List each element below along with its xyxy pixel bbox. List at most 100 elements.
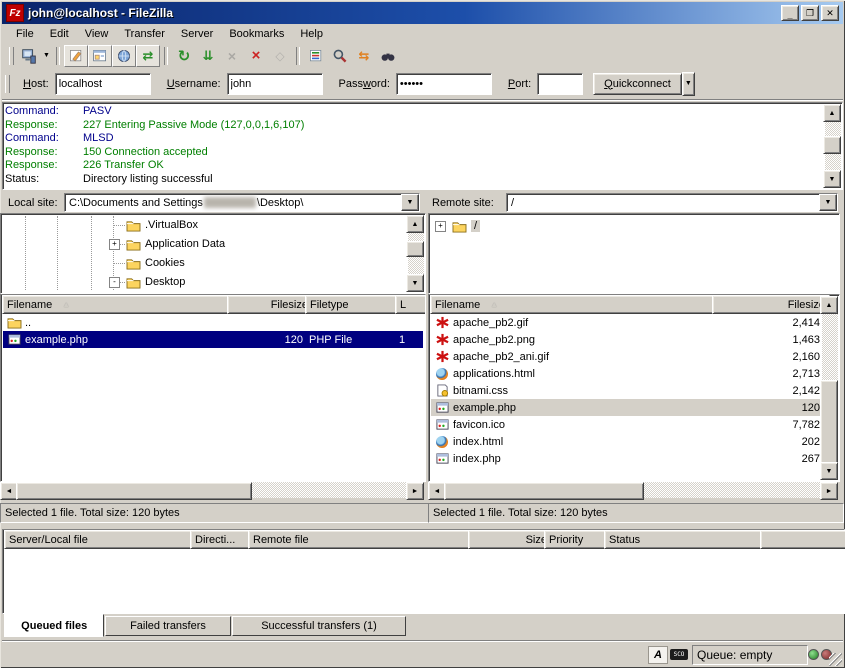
directory-comparison-button[interactable]	[328, 45, 352, 67]
host-input[interactable]	[55, 73, 151, 95]
queue-column-priority[interactable]: Priority	[544, 530, 612, 549]
site-manager-button[interactable]	[17, 45, 41, 67]
toggle-message-log-button[interactable]	[64, 45, 88, 67]
quickconnect-button[interactable]: Quickconnect	[593, 73, 682, 95]
toggle-remote-tree-button[interactable]	[112, 45, 136, 67]
message-log: Command:PASVResponse:227 Entering Passiv…	[2, 102, 843, 190]
pane-splitter[interactable]	[424, 192, 428, 521]
chevron-down-icon[interactable]: ▼	[819, 194, 837, 211]
abort-button[interactable]: ◇	[268, 45, 292, 67]
file-row[interactable]: index.php267	[431, 450, 821, 467]
scroll-down-button[interactable]: ▼	[820, 462, 838, 480]
tree-item[interactable]: Cookies	[125, 255, 185, 271]
chevron-down-icon[interactable]: ▼	[401, 194, 419, 211]
file-row[interactable]: apache_pb2_ani.gif2,160	[431, 348, 821, 365]
synchronized-browsing-button[interactable]: ⇆	[352, 45, 376, 67]
maximize-button[interactable]: ❐	[801, 5, 819, 21]
refresh-button[interactable]: ↻	[172, 45, 196, 67]
toggle-transfer-queue-button[interactable]: ⇄	[136, 45, 160, 67]
log-scrollbar[interactable]: ▲ ▼	[825, 104, 841, 188]
tree-item[interactable]: Desktop	[125, 274, 185, 290]
file-row[interactable]: example.php120PHP File1	[3, 331, 423, 348]
scroll-up-button[interactable]: ▲	[820, 296, 838, 314]
username-input[interactable]	[227, 73, 323, 95]
tab-queued-files[interactable]: Queued files	[4, 614, 104, 637]
menu-file[interactable]: File	[8, 26, 42, 42]
tree-expander[interactable]: -	[109, 277, 120, 288]
scroll-up-button[interactable]: ▲	[823, 104, 841, 122]
queue-column-directi[interactable]: Directi...	[190, 530, 256, 549]
site-manager-dropdown[interactable]: ▼	[41, 45, 52, 67]
close-button[interactable]: ✕	[821, 5, 839, 21]
file-row[interactable]: bitnami.css2,142	[431, 382, 821, 399]
queue-column-serverlocalfile[interactable]: Server/Local file	[4, 530, 198, 549]
minimize-button[interactable]: _	[781, 5, 799, 21]
tree-expander[interactable]: +	[109, 239, 120, 250]
scroll-up-button[interactable]: ▲	[406, 215, 424, 233]
file-row[interactable]: apache_pb2.gif2,414	[431, 314, 821, 331]
synchronized-browsing-icon: ⇆	[359, 48, 370, 64]
local-site-combo[interactable]: C:\Documents and Settings\Desktop\ ▼	[64, 193, 420, 212]
column-label: L	[400, 299, 406, 311]
file-row[interactable]: example.php120	[431, 399, 821, 416]
queue-column-size[interactable]: Size	[468, 530, 552, 549]
disconnect-button[interactable]: ×	[244, 45, 268, 67]
log-line: Response:226 Transfer OK	[5, 159, 824, 173]
tree-item[interactable]: .VirtualBox	[125, 217, 198, 233]
tab-successful-transfers-[interactable]: Successful transfers (1)	[232, 616, 407, 636]
file-row[interactable]: favicon.ico7,782	[431, 416, 821, 433]
menu-bookmarks[interactable]: Bookmarks	[221, 26, 292, 42]
tree-guide-line	[91, 216, 92, 290]
column-header-filename[interactable]: Filename▲	[430, 295, 720, 314]
toggle-message-log-icon	[68, 48, 84, 64]
port-input[interactable]	[537, 73, 583, 95]
filter-button[interactable]	[304, 45, 328, 67]
scroll-down-button[interactable]: ▼	[823, 170, 841, 188]
cell-filename: index.php	[431, 452, 713, 466]
toggle-local-tree-button[interactable]	[88, 45, 112, 67]
password-input[interactable]	[396, 73, 492, 95]
local-hscrollbar[interactable]: ◄ ►	[0, 482, 424, 498]
file-row[interactable]: apache_pb2.png1,463	[431, 331, 821, 348]
scroll-thumb[interactable]	[823, 136, 841, 154]
menu-transfer[interactable]: Transfer	[116, 26, 173, 42]
menu-view[interactable]: View	[77, 26, 117, 42]
quickconnect-dropdown[interactable]: ▼	[682, 72, 695, 96]
queue-column-remotefile[interactable]: Remote file	[248, 530, 476, 549]
scroll-thumb[interactable]	[820, 380, 838, 464]
scroll-thumb[interactable]	[444, 482, 644, 500]
column-header-filesize[interactable]: Filesize	[227, 295, 313, 314]
process-queue-button[interactable]: ⇊	[196, 45, 220, 67]
tree-item[interactable]: /	[451, 218, 480, 234]
file-row[interactable]: ..	[3, 314, 423, 331]
column-header-filename[interactable]: Filename▲	[2, 295, 235, 314]
remote-list-scrollbar[interactable]: ▲ ▼	[822, 296, 838, 480]
menu-edit[interactable]: Edit	[42, 26, 77, 42]
tab-failed-transfers[interactable]: Failed transfers	[105, 616, 230, 636]
log-message: MLSD	[83, 132, 114, 146]
tree-item[interactable]: Application Data	[125, 236, 225, 252]
queue-column-blank[interactable]	[760, 530, 845, 549]
tree-expander[interactable]: +	[435, 221, 446, 232]
scroll-thumb[interactable]	[406, 241, 424, 257]
local-tree-scrollbar[interactable]: ▲ ▼	[408, 215, 424, 292]
scroll-down-button[interactable]: ▼	[406, 274, 424, 292]
resize-grip[interactable]	[829, 653, 842, 666]
menu-server[interactable]: Server	[173, 26, 221, 42]
scroll-thumb[interactable]	[16, 482, 252, 500]
cancel-operation-button[interactable]: ×	[220, 45, 244, 67]
menu-help[interactable]: Help	[292, 26, 331, 42]
column-header-filesize[interactable]: Filesize	[712, 295, 830, 314]
queue-column-status[interactable]: Status	[604, 530, 768, 549]
find-files-button[interactable]	[376, 45, 400, 67]
remote-hscrollbar[interactable]: ◄ ►	[428, 482, 838, 498]
file-row[interactable]: index.html202	[431, 433, 821, 450]
toggle-remote-tree-icon	[116, 48, 132, 64]
file-row[interactable]: applications.html2,713	[431, 365, 821, 382]
cell-filesize: 120	[713, 402, 823, 414]
scroll-right-button[interactable]: ►	[406, 482, 424, 500]
column-header-l[interactable]: L	[395, 295, 426, 314]
remote-site-combo[interactable]: / ▼	[506, 193, 838, 212]
column-header-filetype[interactable]: Filetype	[305, 295, 403, 314]
scroll-right-button[interactable]: ►	[820, 482, 838, 500]
